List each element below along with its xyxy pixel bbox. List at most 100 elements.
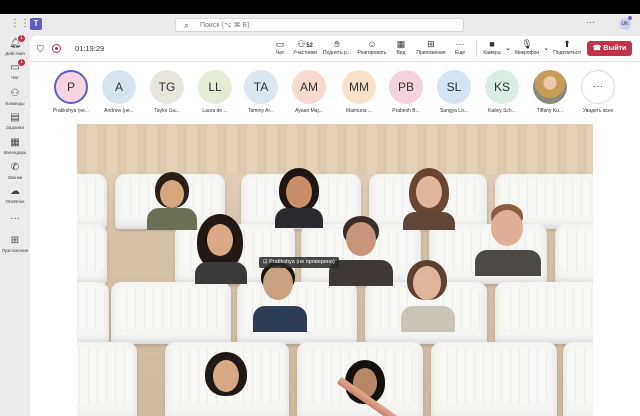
people-icon: ⚇52 bbox=[297, 39, 313, 49]
seat bbox=[77, 342, 137, 416]
avatar: LL bbox=[198, 70, 232, 104]
participant-name: Taylor Ga... bbox=[154, 108, 180, 114]
participant-tile[interactable]: AM Ayaan Maj... bbox=[283, 70, 335, 114]
meeting-timer: 01:19:29 bbox=[75, 44, 105, 53]
react-button[interactable]: ☺ Реагировать bbox=[355, 39, 389, 61]
seat bbox=[111, 282, 231, 344]
app-grid-icon[interactable]: ⋮⋮ bbox=[10, 19, 30, 29]
participant-name: Prabesh B... bbox=[392, 108, 420, 114]
leave-button-label: Выйти bbox=[603, 45, 627, 52]
participant-tile[interactable]: TG Taylor Ga... bbox=[141, 70, 193, 114]
sidebar-item-label: Календарь bbox=[3, 150, 27, 155]
participant-name: Kailey Sch... bbox=[488, 108, 516, 114]
sidebar-item-onedrive[interactable]: ☁ OneDrive bbox=[0, 186, 30, 216]
participant-name: Laura de ... bbox=[202, 108, 228, 114]
sidebar-item-apps[interactable]: ⊞ Приложения bbox=[0, 235, 30, 265]
account-avatar[interactable]: UK bbox=[619, 16, 632, 30]
participant-name: Andrew (не... bbox=[104, 108, 134, 114]
more-options-icon[interactable]: ··· bbox=[586, 17, 595, 27]
chat-button[interactable]: ▭ Чат bbox=[268, 39, 292, 61]
camera-button[interactable]: ■ Камера bbox=[480, 39, 504, 61]
avatar: KS bbox=[485, 70, 519, 104]
mic-off-icon: 🎙︎ bbox=[521, 39, 533, 49]
participant-tile[interactable]: LL Laura de ... bbox=[189, 70, 241, 114]
more-icon: ··· bbox=[581, 70, 615, 104]
seat bbox=[77, 224, 107, 284]
chat-badge: 1 bbox=[18, 59, 25, 66]
apps-button-label: Приложения bbox=[416, 50, 446, 56]
activity-badge: 1 bbox=[18, 35, 25, 42]
participant-tile[interactable]: Tiffany Ku... bbox=[524, 70, 576, 114]
more-icon: ··· bbox=[10, 213, 20, 224]
chat-icon: ▭ 1 bbox=[9, 59, 25, 74]
avatar: AM bbox=[292, 70, 326, 104]
apps-icon: ⊞ bbox=[10, 235, 20, 246]
participant-name: Tammy Ar... bbox=[247, 108, 275, 114]
apps-button[interactable]: ⊞ Приложения bbox=[414, 39, 448, 61]
avatar: PB bbox=[389, 70, 423, 104]
add-app-icon: ⊞ bbox=[427, 39, 435, 49]
bell-icon: 🔔︎ 1 bbox=[9, 35, 25, 50]
os-top-bar bbox=[0, 0, 640, 14]
participant-tile[interactable]: P Pratikshya (не... bbox=[45, 70, 97, 114]
seat bbox=[555, 224, 593, 284]
seat bbox=[431, 342, 557, 416]
share-button-label: Поделиться bbox=[553, 50, 581, 56]
participant-tile[interactable]: TA Tammy Ar... bbox=[235, 70, 287, 114]
cloud-icon: ☁ bbox=[10, 186, 20, 197]
more-button[interactable]: ··· Еще bbox=[449, 39, 471, 61]
participant-name: Sangya Lo... bbox=[439, 108, 469, 114]
view-button-label: Вид bbox=[396, 50, 406, 56]
more-button-label: Еще bbox=[454, 50, 466, 56]
view-icon: ▦ bbox=[396, 39, 406, 49]
meeting-window: ⛉ 01:19:29 ▭ Чат ⚇52 Участники ✋︎ Поднят… bbox=[30, 36, 640, 416]
sidebar-item-label: Действия bbox=[5, 51, 25, 56]
participant-tile[interactable]: KS Kailey Sch... bbox=[476, 70, 528, 114]
meeting-toolbar: ⛉ 01:19:29 ▭ Чат ⚇52 Участники ✋︎ Поднят… bbox=[30, 36, 640, 62]
shield-icon[interactable]: ⛉ bbox=[37, 44, 44, 55]
avatar-photo bbox=[533, 70, 567, 104]
search-input[interactable] bbox=[200, 20, 450, 30]
calendar-icon: ▦ bbox=[10, 137, 20, 148]
participants-button-label: Участники bbox=[293, 50, 317, 56]
assignments-icon: ▤ bbox=[10, 112, 20, 123]
seat bbox=[77, 282, 109, 344]
title-bar: ⋮⋮ T ⌕ ··· UK bbox=[0, 14, 640, 36]
search-icon: ⌕ bbox=[184, 20, 190, 30]
teams-logo-icon: T bbox=[30, 18, 42, 30]
seat bbox=[563, 342, 593, 416]
participant-name: Ayaan Maj... bbox=[295, 108, 323, 114]
smile-icon: ☺ bbox=[367, 39, 377, 49]
avatar: A bbox=[102, 70, 136, 104]
chat-button-label: Чат bbox=[275, 50, 285, 56]
participant-name: Pratikshya (не... bbox=[52, 108, 90, 114]
participant-tile[interactable]: A Andrew (не... bbox=[93, 70, 145, 114]
see-all-button[interactable]: ··· Увидеть всех bbox=[572, 70, 624, 114]
participant-tile[interactable]: SL Sangya Lo... bbox=[428, 70, 480, 114]
participants-button[interactable]: ⚇52 Участники bbox=[292, 39, 318, 61]
raise-hand-button[interactable]: ✋︎ Поднять р... bbox=[320, 39, 354, 61]
microphone-button-label: Микрофон bbox=[514, 50, 540, 56]
participant-tile[interactable]: PB Prabesh B... bbox=[380, 70, 432, 114]
participant-name: Tiffany Ku... bbox=[536, 108, 564, 114]
see-all-label: Увидеть всех bbox=[582, 108, 614, 114]
stage-wall bbox=[77, 124, 593, 174]
sidebar-item-label: Звонки bbox=[7, 175, 23, 180]
participant-tile[interactable]: MM Maimuna ... bbox=[333, 70, 385, 114]
microphone-button[interactable]: 🎙︎ Микрофон bbox=[512, 39, 542, 61]
sidebar-item-label: Задания bbox=[6, 125, 24, 130]
avatar: MM bbox=[342, 70, 376, 104]
share-icon: ⬆ bbox=[563, 39, 571, 49]
camera-button-label: Камера bbox=[483, 50, 501, 56]
leave-button[interactable]: ☎ Выйти bbox=[587, 41, 632, 56]
together-mode-stage: ⊡ Pratikshya (не проверено) bbox=[77, 124, 593, 416]
avatar: TG bbox=[150, 70, 184, 104]
view-button[interactable]: ▦ Вид bbox=[390, 39, 412, 61]
share-button[interactable]: ⬆ Поделиться bbox=[551, 39, 583, 61]
teams-icon: ⚇ bbox=[10, 88, 20, 99]
sidebar-item-label: Команды bbox=[5, 101, 25, 106]
app-sidebar: 🔔︎ 1 Действия ▭ 1 Чат ⚇ Команды ▤ Задания … bbox=[0, 35, 30, 416]
search-box[interactable]: ⌕ bbox=[175, 18, 464, 32]
participant-count: 52 bbox=[306, 43, 313, 49]
raise-hand-button-label: Поднять р... bbox=[323, 50, 351, 56]
